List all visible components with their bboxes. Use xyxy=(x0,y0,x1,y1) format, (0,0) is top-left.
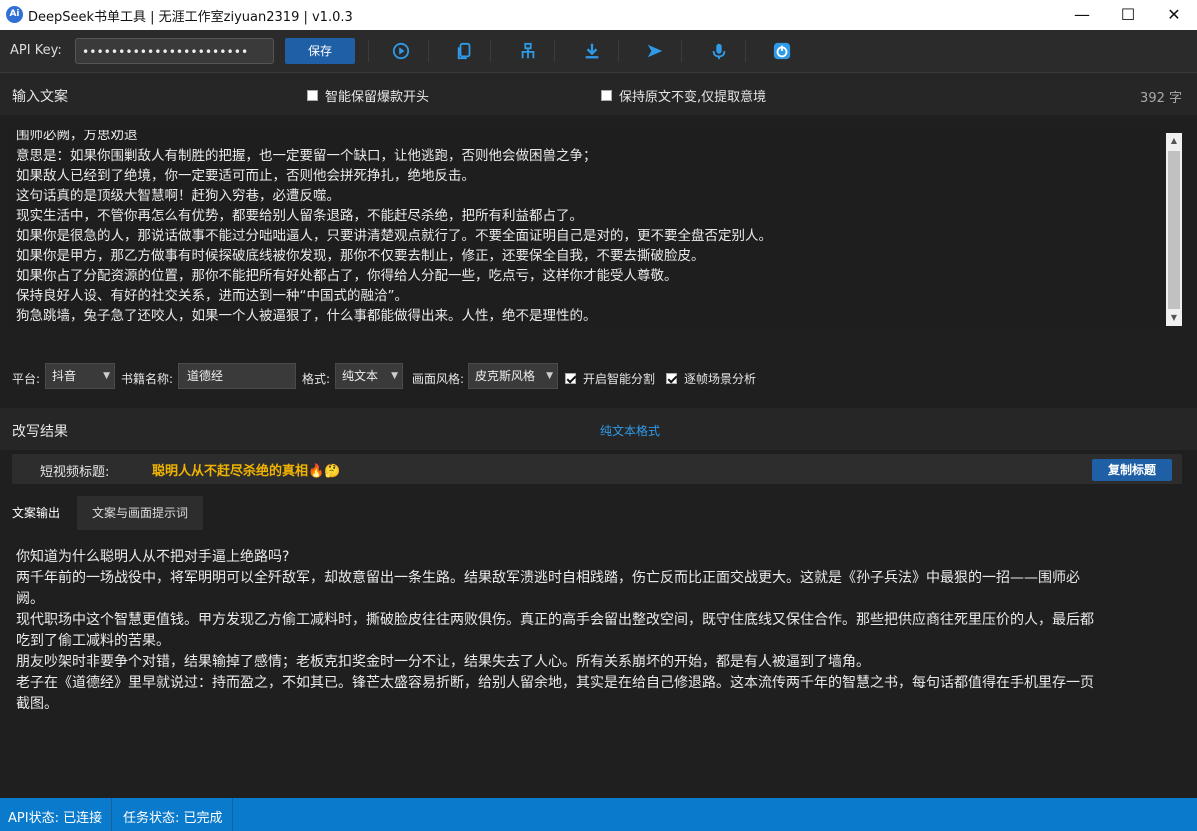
download-icon[interactable] xyxy=(582,41,602,61)
toolbar-divider xyxy=(428,40,429,62)
format-value: 纯文本 xyxy=(342,369,379,383)
power-icon[interactable] xyxy=(772,41,792,61)
output-line: 你知道为什么聪明人从不把对手逼上绝路吗? xyxy=(16,549,290,565)
editor-line: 如果你占了分配资源的位置，那你不能把所有好处都占了，你得给人分配一些，吃点亏，这… xyxy=(16,268,678,284)
chevron-down-icon: ▼ xyxy=(391,371,398,381)
editor-line: 狗急跳墙，兔子急了还咬人，如果一个人被逼狠了，什么事都能做得出来。人性，绝不是理… xyxy=(16,308,597,324)
scroll-down-icon[interactable]: ▼ xyxy=(1166,310,1182,326)
status-bar: API状态: 已连接 任务状态: 已完成 xyxy=(0,798,1197,831)
short-title-label: 短视频标题: xyxy=(40,465,110,480)
keep-original-checkbox[interactable]: 保持原文不变,仅提取意境 xyxy=(601,86,766,105)
format-select[interactable]: 纯文本 ▼ xyxy=(335,363,403,389)
book-name-label: 书籍名称: xyxy=(121,372,174,386)
editor-line: 保持良好人设、有好的社交关系，进而达到一种“中国式的融洽”。 xyxy=(16,288,408,304)
format-note: 纯文本格式 xyxy=(600,424,661,438)
input-text-editor[interactable]: 围师必阙，方思劝退 意思是：如果你围剿敌人有制胜的把握，也一定要留一个缺口，让他… xyxy=(10,130,1165,326)
editor-line: 如果你是很急的人，那说话做事不能过分咄咄逼人，只要讲清楚观点就行了。不要全面证明… xyxy=(16,228,772,244)
scrollbar-thumb[interactable] xyxy=(1168,151,1180,309)
toolbar-divider xyxy=(681,40,682,62)
format-label: 格式: xyxy=(302,372,331,386)
editor-line: 这句话真的是顶级大智慧啊！赶狗入穷巷，必遭反噬。 xyxy=(16,188,340,204)
keep-hook-checkbox[interactable]: 智能保留爆款开头 xyxy=(307,86,429,105)
window-title: DeepSeek书单工具 | 无涯工作室ziyuan2319 | v1.0.3 xyxy=(28,10,353,25)
toolbar-divider xyxy=(618,40,619,62)
style-label: 画面风格: xyxy=(412,372,465,386)
options-row: 平台: 抖音 ▼ 书籍名称: 道德经 格式: 纯文本 ▼ 画面风格: 皮克斯风格… xyxy=(0,360,1197,396)
output-line: 现代职场中这个智慧更值钱。甲方发现乙方偷工减料时，撕破脸皮往往两败俱伤。真正的高… xyxy=(16,612,1094,628)
editor-line: 现实生活中，不管你再怎么有优势，都要给别人留条退路，不能赶尽杀绝，把所有利益都占… xyxy=(16,208,583,224)
checkbox-box[interactable] xyxy=(601,90,612,101)
copy-title-button[interactable]: 复制标题 xyxy=(1092,459,1172,481)
task-status: 任务状态: 已完成 xyxy=(123,811,223,826)
status-divider xyxy=(111,798,112,831)
editor-line: 围师必阙，方思劝退 xyxy=(16,130,138,143)
editor-scrollbar[interactable]: ▲ ▼ xyxy=(1166,133,1182,326)
scroll-up-icon[interactable]: ▲ xyxy=(1166,133,1182,149)
api-status: API状态: 已连接 xyxy=(8,811,103,826)
chevron-down-icon: ▼ xyxy=(546,371,553,381)
input-section-title: 输入文案 xyxy=(12,89,68,105)
output-line: 阙。 xyxy=(16,591,44,607)
maximize-button[interactable]: ☐ xyxy=(1105,0,1151,30)
play-circle-icon[interactable] xyxy=(391,41,411,61)
send-icon[interactable] xyxy=(645,41,665,61)
status-divider xyxy=(232,798,233,831)
chevron-down-icon: ▼ xyxy=(103,371,110,381)
output-text-area[interactable]: 你知道为什么聪明人从不把对手逼上绝路吗? 两千年前的一场战役中，将军明明可以全歼… xyxy=(10,546,1180,786)
output-line: 吃到了偷工减料的苦果。 xyxy=(16,633,170,649)
save-button[interactable]: 保存 xyxy=(285,38,355,64)
smart-split-checkbox[interactable]: 开启智能分割 xyxy=(565,370,655,387)
output-line: 老子在《道德经》里早就说过：持而盈之，不如其已。锋芒太盛容易折断，给别人留余地，… xyxy=(16,675,1094,691)
toolbar-divider xyxy=(554,40,555,62)
result-section-title: 改写结果 xyxy=(12,424,68,440)
toolbar-divider xyxy=(368,40,369,62)
app-logo-icon: Ai xyxy=(6,6,23,23)
short-video-title-box: 短视频标题: 聪明人从不赶尽杀绝的真相🔥🤔 复制标题 xyxy=(12,454,1182,484)
api-key-label: API Key: xyxy=(10,43,62,58)
copy-icon[interactable] xyxy=(455,41,475,61)
input-section-header: 输入文案 智能保留爆款开头 保持原文不变,仅提取意境 392 字 xyxy=(0,73,1197,115)
tree-icon[interactable] xyxy=(518,41,538,61)
short-title-value: 聪明人从不赶尽杀绝的真相🔥🤔 xyxy=(152,464,341,479)
book-name-input[interactable]: 道德经 xyxy=(178,363,296,389)
checkbox-box[interactable] xyxy=(307,90,318,101)
close-button[interactable]: ✕ xyxy=(1151,0,1197,30)
style-value: 皮克斯风格 xyxy=(475,369,536,383)
scene-analysis-label: 逐帧场景分析 xyxy=(684,372,757,386)
platform-select[interactable]: 抖音 ▼ xyxy=(45,363,115,389)
toolbar: API Key: ••••••••••••••••••••••• 保存 xyxy=(0,30,1197,73)
microphone-icon[interactable] xyxy=(709,41,729,61)
editor-line: 意思是：如果你围剿敌人有制胜的把握，也一定要留一个缺口，让他逃跑，否则他会做困兽… xyxy=(16,148,597,164)
char-count: 392 字 xyxy=(1140,91,1182,106)
style-select[interactable]: 皮克斯风格 ▼ xyxy=(468,363,558,389)
output-line: 两千年前的一场战役中，将军明明可以全歼敌军，却故意留出一条生路。结果敌军溃逃时自… xyxy=(16,570,1080,586)
tab-copy-output[interactable]: 文案输出 xyxy=(0,496,72,530)
scene-analysis-checkbox[interactable]: 逐帧场景分析 xyxy=(666,370,756,387)
minimize-button[interactable]: — xyxy=(1059,0,1105,30)
output-tabs: 文案输出 文案与画面提示词 xyxy=(0,496,1197,530)
smart-split-label: 开启智能分割 xyxy=(583,372,656,386)
platform-value: 抖音 xyxy=(52,369,77,383)
editor-line: 如果你是甲方，那乙方做事有时候探破底线被你发现，那你不仅要去制止，修正，还要保全… xyxy=(16,248,705,264)
api-key-input[interactable]: ••••••••••••••••••••••• xyxy=(75,38,274,64)
toolbar-divider xyxy=(745,40,746,62)
checkbox-box[interactable] xyxy=(565,373,576,384)
toolbar-divider xyxy=(490,40,491,62)
checkbox-box[interactable] xyxy=(666,373,677,384)
window-titlebar: Ai DeepSeek书单工具 | 无涯工作室ziyuan2319 | v1.0… xyxy=(0,0,1197,30)
result-section-header: 改写结果 纯文本格式 xyxy=(0,408,1197,450)
output-line: 朋友吵架时非要争个对错，结果输掉了感情；老板克扣奖金时一分不让，结果失去了人心。… xyxy=(16,654,870,670)
tab-copy-and-prompts[interactable]: 文案与画面提示词 xyxy=(77,496,203,530)
platform-label: 平台: xyxy=(12,372,41,386)
keep-hook-label: 智能保留爆款开头 xyxy=(325,90,430,105)
output-line: 截图。 xyxy=(16,696,58,712)
editor-line: 如果敌人已经到了绝境，你一定要适可而止，否则他会拼死挣扎，绝地反击。 xyxy=(16,168,475,184)
keep-original-label: 保持原文不变,仅提取意境 xyxy=(619,90,767,105)
